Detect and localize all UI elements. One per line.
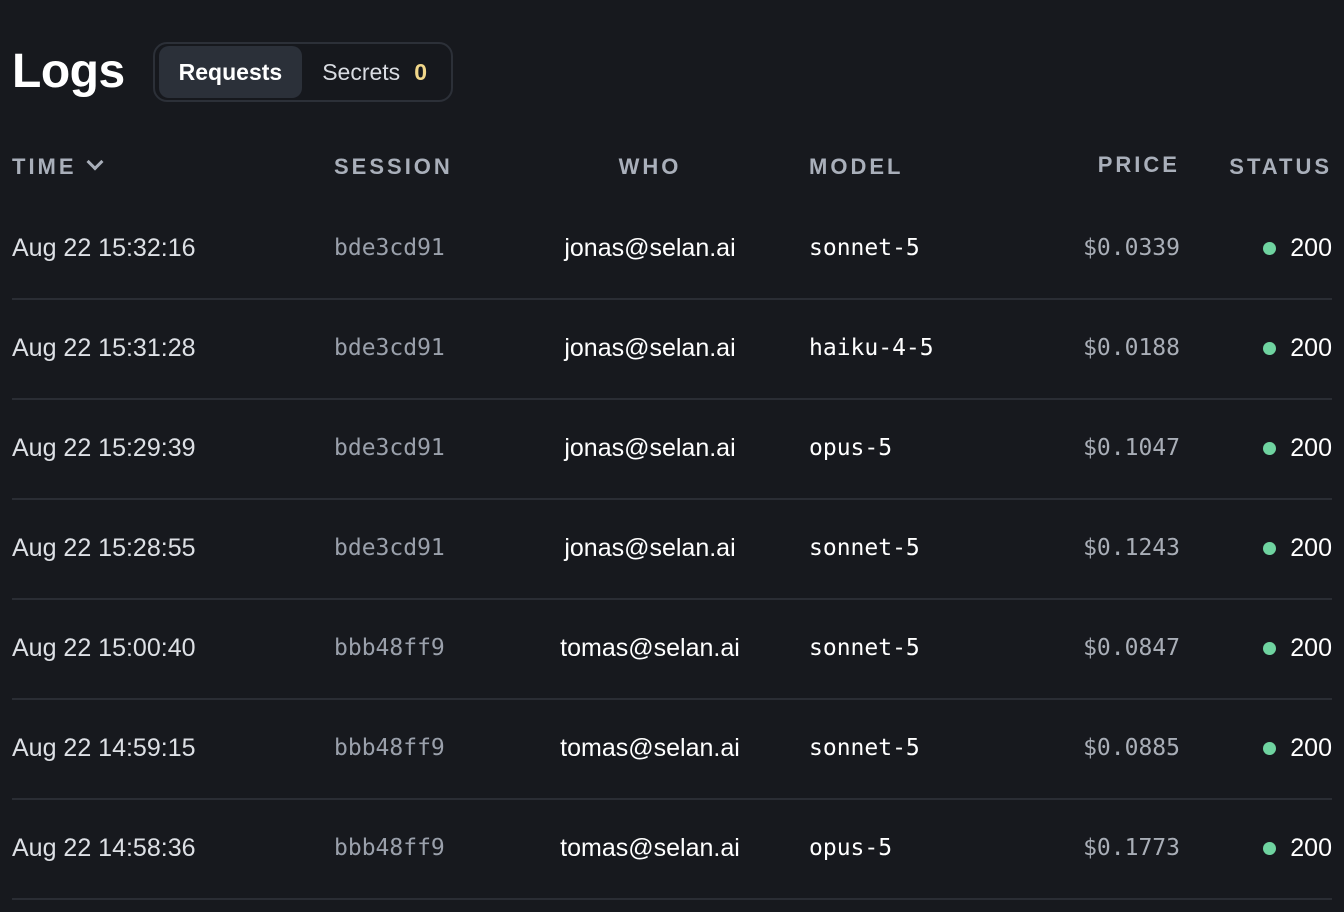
cell-session: bbb48ff9	[334, 635, 445, 661]
tab-secrets[interactable]: Secrets 0	[302, 46, 447, 98]
cell-model: haiku-4-5	[809, 335, 934, 361]
cell-model: sonnet-5	[809, 235, 920, 261]
column-header-model: MODEL	[809, 154, 904, 179]
cell-model: opus-5	[809, 435, 893, 461]
column-header-price: PRICE	[1097, 152, 1180, 177]
tab-requests[interactable]: Requests	[158, 46, 303, 98]
cell-who: jonas@selan.ai	[564, 234, 736, 262]
table-row[interactable]: Aug 22 15:31:28 bde3cd91 jonas@selan.ai …	[12, 300, 1332, 400]
cell-who: tomas@selan.ai	[560, 634, 740, 662]
status-code: 200	[1290, 734, 1332, 762]
cell-status: 200	[1263, 330, 1332, 366]
cell-time: Aug 22 15:32:16	[12, 234, 196, 262]
logs-page: Logs Requests Secrets 0 TIME SESSION WHO…	[0, 0, 1344, 912]
cell-time: Aug 22 15:29:39	[12, 434, 196, 462]
status-ok-dot-icon	[1263, 841, 1277, 855]
status-ok-dot-icon	[1263, 241, 1277, 255]
column-header-status: STATUS	[1229, 154, 1332, 179]
cell-who: jonas@selan.ai	[564, 534, 736, 562]
status-ok-dot-icon	[1263, 741, 1277, 755]
table-row[interactable]: Aug 22 14:59:15 bbb48ff9 tomas@selan.ai …	[12, 700, 1332, 800]
cell-status: 200	[1263, 830, 1332, 866]
cell-session: bde3cd91	[334, 535, 445, 561]
cell-price: $0.0339	[1083, 235, 1180, 261]
status-code: 200	[1290, 334, 1332, 362]
table-row[interactable]: Aug 22 15:00:40 bbb48ff9 tomas@selan.ai …	[12, 600, 1332, 700]
log-type-switcher: Requests Secrets 0	[152, 42, 453, 102]
table-row[interactable]: Aug 22 14:58:36 bbb48ff9 tomas@selan.ai …	[12, 800, 1332, 900]
status-code: 200	[1290, 434, 1332, 462]
cell-time: Aug 22 14:59:15	[12, 734, 196, 762]
status-ok-dot-icon	[1263, 541, 1277, 555]
status-code: 200	[1290, 634, 1332, 662]
status-ok-dot-icon	[1263, 641, 1277, 655]
cell-session: bbb48ff9	[334, 835, 445, 861]
cell-session: bde3cd91	[334, 335, 445, 361]
cell-model: sonnet-5	[809, 735, 920, 761]
cell-price: $0.1243	[1083, 535, 1180, 561]
tab-secrets-label: Secrets	[322, 58, 401, 85]
cell-price: $0.1047	[1083, 435, 1180, 461]
cell-status: 200	[1263, 430, 1332, 466]
status-ok-dot-icon	[1263, 441, 1277, 455]
table-header: TIME SESSION WHO MODEL PRICE STATUS	[12, 140, 1332, 200]
table-row[interactable]: Aug 22 15:28:55 bde3cd91 jonas@selan.ai …	[12, 500, 1332, 600]
cell-session: bde3cd91	[334, 235, 445, 261]
column-header-who: WHO	[618, 154, 682, 179]
cell-status: 200	[1263, 530, 1332, 566]
cell-status: 200	[1263, 730, 1332, 766]
cell-session: bde3cd91	[334, 435, 445, 461]
cell-price: $0.0885	[1083, 735, 1180, 761]
cell-who: jonas@selan.ai	[564, 334, 736, 362]
cell-price: $0.0847	[1083, 635, 1180, 661]
tab-requests-label: Requests	[178, 58, 283, 85]
page-header: Logs Requests Secrets 0	[12, 40, 453, 104]
cell-time: Aug 22 14:58:36	[12, 834, 196, 862]
cell-model: sonnet-5	[809, 535, 920, 561]
cell-session: bbb48ff9	[334, 735, 445, 761]
cell-time: Aug 22 15:28:55	[12, 534, 196, 562]
column-header-time[interactable]: TIME	[12, 153, 104, 180]
cell-status: 200	[1263, 630, 1332, 666]
cell-model: opus-5	[809, 835, 893, 861]
secrets-count-badge: 0	[414, 58, 427, 85]
cell-time: Aug 22 15:31:28	[12, 334, 196, 362]
cell-who: tomas@selan.ai	[560, 734, 740, 762]
status-ok-dot-icon	[1263, 341, 1277, 355]
table-row[interactable]: Aug 22 15:29:39 bde3cd91 jonas@selan.ai …	[12, 400, 1332, 500]
table-body: Aug 22 15:32:16 bde3cd91 jonas@selan.ai …	[12, 200, 1332, 900]
table-row[interactable]: Aug 22 15:32:16 bde3cd91 jonas@selan.ai …	[12, 200, 1332, 300]
chevron-down-icon	[86, 153, 104, 171]
status-code: 200	[1290, 834, 1332, 862]
cell-price: $0.1773	[1083, 835, 1180, 861]
cell-price: $0.0188	[1083, 335, 1180, 361]
column-header-time-label: TIME	[12, 154, 77, 179]
logs-table: TIME SESSION WHO MODEL PRICE STATUS Aug …	[12, 140, 1332, 900]
cell-status: 200	[1263, 230, 1332, 266]
status-code: 200	[1290, 534, 1332, 562]
status-code: 200	[1290, 234, 1332, 262]
cell-who: jonas@selan.ai	[564, 434, 736, 462]
page-title: Logs	[12, 45, 125, 98]
column-header-session: SESSION	[334, 154, 453, 179]
cell-model: sonnet-5	[809, 635, 920, 661]
cell-who: tomas@selan.ai	[560, 834, 740, 862]
cell-time: Aug 22 15:00:40	[12, 634, 196, 662]
